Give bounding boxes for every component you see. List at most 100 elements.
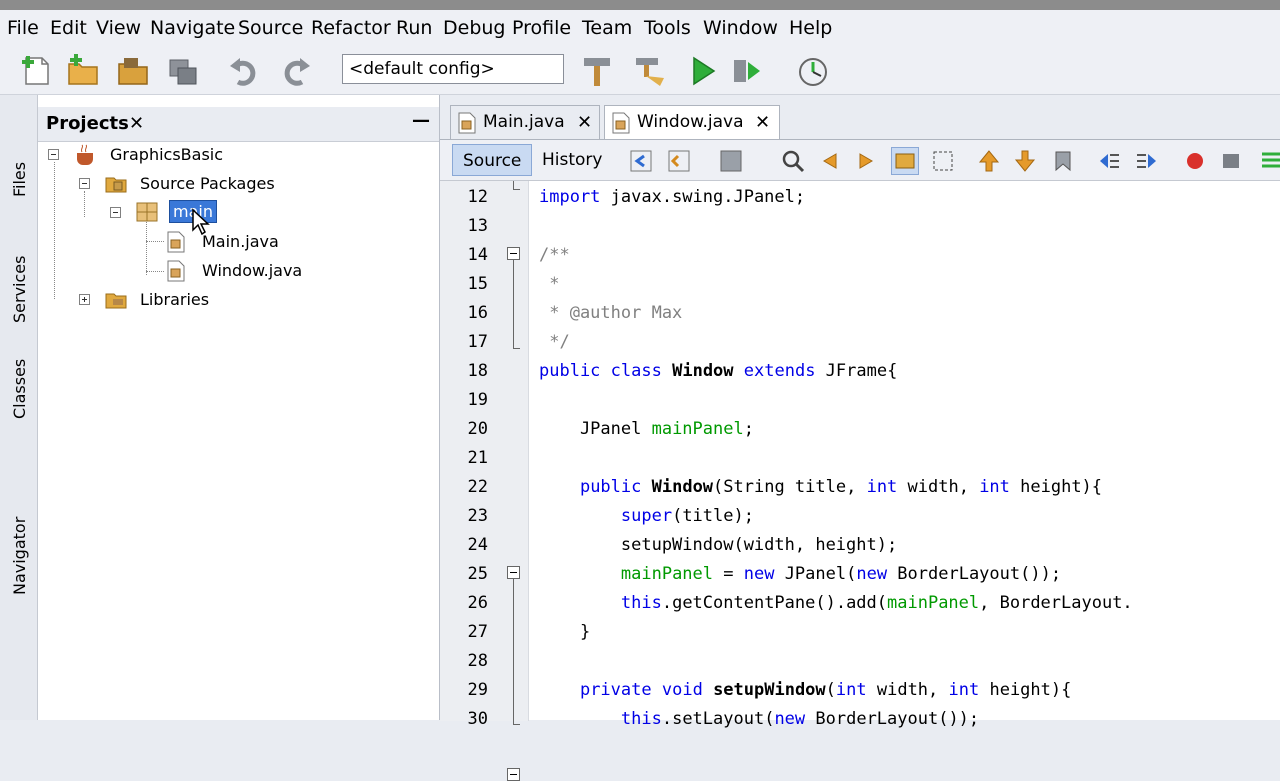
forward-icon[interactable] <box>718 148 744 174</box>
java-project-icon <box>77 144 93 165</box>
fold-toggle[interactable] <box>507 566 520 579</box>
java-file-icon <box>458 112 476 134</box>
code-line: JPanel mainPanel; <box>539 419 754 439</box>
line-number: 13 <box>467 216 488 236</box>
projects-close-button[interactable]: ✕ <box>129 113 144 134</box>
side-tab-classes[interactable]: Classes <box>0 335 37 435</box>
menu-window[interactable]: Window <box>703 17 778 39</box>
tab-close-button[interactable]: ✕ <box>755 114 770 132</box>
build-icon[interactable] <box>580 54 614 88</box>
line-number: 15 <box>467 274 488 294</box>
tree-item-project[interactable]: GraphicsBasic <box>110 145 223 164</box>
line-number: 24 <box>467 535 488 555</box>
fold-toggle[interactable] <box>507 768 520 781</box>
comment-icon[interactable] <box>1258 148 1280 174</box>
fold-toggle[interactable] <box>507 247 520 260</box>
stop-macro-icon[interactable] <box>1218 148 1244 174</box>
line-number: 16 <box>467 303 488 323</box>
tree-expand-toggle[interactable] <box>79 294 90 305</box>
tab-window-java-label: Window.java <box>637 112 744 132</box>
tab-main-java[interactable]: Main.java ✕ <box>450 105 600 139</box>
projects-panel-title: Projects <box>46 113 129 134</box>
side-tool-strip: Files Services Classes Navigator <box>0 95 38 720</box>
line-number: 27 <box>467 622 488 642</box>
side-tab-navigator[interactable]: Navigator <box>0 495 37 615</box>
line-number: 26 <box>467 593 488 613</box>
start-macro-icon[interactable] <box>1182 148 1208 174</box>
tree-collapse-toggle[interactable] <box>48 149 59 160</box>
line-number: 14 <box>467 245 488 265</box>
code-line: private void setupWindow(int width, int … <box>579 680 1072 700</box>
projects-panel-header: Projects ✕ — <box>38 107 439 142</box>
open-project-icon[interactable] <box>116 54 150 88</box>
find-previous-icon[interactable] <box>816 148 842 174</box>
side-tab-files[interactable]: Files <box>0 113 37 223</box>
shift-right-icon[interactable] <box>1134 148 1160 174</box>
menu-profile[interactable]: Profile <box>512 17 571 39</box>
tab-window-java[interactable]: Window.java ✕ <box>604 105 780 139</box>
line-number: 30 <box>467 709 488 729</box>
toggle-highlight-icon[interactable] <box>891 147 919 175</box>
projects-minimize-button[interactable]: — <box>412 110 430 131</box>
previous-bookmark-icon[interactable] <box>976 148 1002 174</box>
editor-area: Main.java ✕ Window.java ✕ Source History <box>440 95 1280 781</box>
run-icon[interactable] <box>686 54 720 88</box>
side-tab-services[interactable]: Services <box>0 225 37 325</box>
menu-tools[interactable]: Tools <box>644 17 691 39</box>
tree-item-window-java[interactable]: Window.java <box>202 261 302 280</box>
redo-icon[interactable] <box>278 54 312 88</box>
code-line: * <box>539 274 560 294</box>
editor-toolbar: Source History <box>440 140 1280 181</box>
code-line: /** <box>539 245 570 265</box>
line-number: 25 <box>467 564 488 584</box>
code-line: * @author Max <box>539 303 683 323</box>
window-title-strip <box>0 0 1280 10</box>
tree-item-main-java[interactable]: Main.java <box>202 232 279 251</box>
menu-view[interactable]: View <box>96 17 141 39</box>
tree-collapse-toggle[interactable] <box>110 207 121 218</box>
code-line: import javax.swing.JPanel; <box>539 187 806 207</box>
menu-navigate[interactable]: Navigate <box>150 17 235 39</box>
find-icon[interactable] <box>780 148 806 174</box>
new-file-icon[interactable] <box>20 54 54 88</box>
find-next-icon[interactable] <box>854 148 880 174</box>
tree-item-source-packages[interactable]: Source Packages <box>140 174 275 193</box>
debug-icon[interactable] <box>730 54 764 88</box>
line-number: 17 <box>467 332 488 352</box>
shift-left-icon[interactable] <box>1096 148 1122 174</box>
back-icon[interactable] <box>666 148 692 174</box>
rectangular-selection-icon[interactable] <box>930 148 956 174</box>
menu-run[interactable]: Run <box>396 17 432 39</box>
side-tab-classes-label: Classes <box>10 358 29 419</box>
source-mode-button[interactable]: Source <box>452 144 533 176</box>
close-project-icon[interactable] <box>166 54 200 88</box>
menu-refactor[interactable]: Refactor <box>311 17 391 39</box>
config-dropdown[interactable]: <default config> <box>342 54 564 237</box>
tree-collapse-toggle[interactable] <box>79 178 90 189</box>
last-edit-icon[interactable] <box>628 148 654 174</box>
config-value: <default config> <box>349 59 495 79</box>
menu-edit[interactable]: Edit <box>50 17 87 39</box>
main-toolbar: <default config> <box>0 48 1280 237</box>
menu-help[interactable]: Help <box>789 17 832 39</box>
menu-team[interactable]: Team <box>582 17 632 39</box>
undo-icon[interactable] <box>228 54 262 88</box>
code-line: */ <box>539 332 570 352</box>
menu-bar: File Edit View Navigate Source Refactor … <box>0 10 1280 48</box>
clean-build-icon[interactable] <box>632 54 666 88</box>
menu-file[interactable]: File <box>7 17 39 39</box>
profile-icon[interactable] <box>796 54 830 88</box>
tab-main-java-label: Main.java <box>483 112 565 132</box>
editor-tab-bar: Main.java ✕ Window.java ✕ <box>440 95 1280 140</box>
tab-close-button[interactable]: ✕ <box>577 114 592 132</box>
tree-item-libraries[interactable]: Libraries <box>140 290 209 309</box>
new-project-icon[interactable] <box>66 54 100 88</box>
next-bookmark-icon[interactable] <box>1012 148 1038 174</box>
menu-debug[interactable]: Debug <box>443 17 505 39</box>
code-line: this.setLayout(new BorderLayout()); <box>620 709 980 729</box>
history-mode-button[interactable]: History <box>532 144 612 176</box>
line-number: 22 <box>467 477 488 497</box>
menu-source[interactable]: Source <box>238 17 303 39</box>
toggle-bookmark-icon[interactable] <box>1050 148 1076 174</box>
code-line: public Window(String title, int width, i… <box>579 477 1103 497</box>
